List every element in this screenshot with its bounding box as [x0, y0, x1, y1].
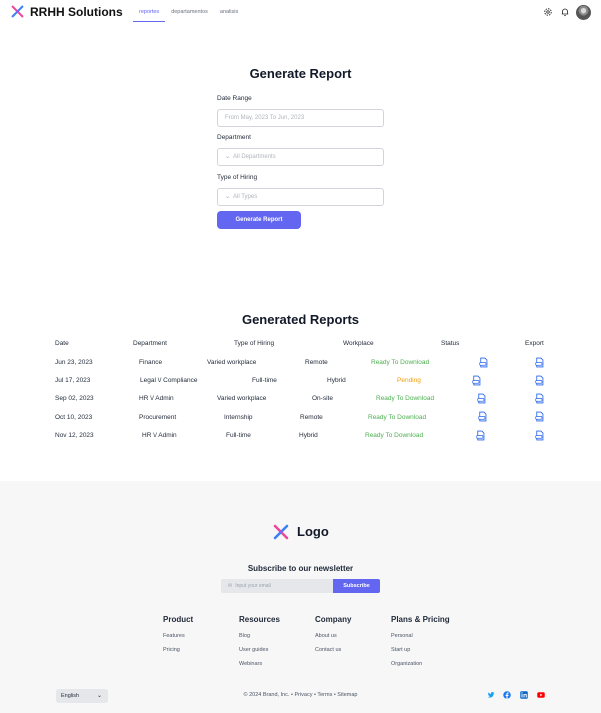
bell-icon[interactable]	[560, 7, 570, 17]
row-department: HR \/ Admin	[142, 432, 177, 439]
tab-departamentos[interactable]: departamentos	[165, 0, 214, 22]
column-header-status: Status	[441, 340, 460, 347]
row-department: Finance	[139, 359, 163, 366]
hiring-type-select[interactable]: ⌄ All Types	[217, 188, 384, 206]
export-icon[interactable]	[534, 357, 545, 368]
row-workplace: Remote	[305, 359, 328, 366]
row-date: Oct 10, 2023	[55, 414, 93, 421]
footer-link-about-us[interactable]: About us	[315, 633, 337, 639]
row-workplace: Hybrid	[327, 377, 346, 384]
file-download-icon[interactable]	[477, 411, 488, 422]
department-select[interactable]: ⌄ All Departments	[217, 148, 384, 166]
row-date: Jul 17, 2023	[55, 377, 91, 384]
row-workplace: Remote	[300, 414, 323, 421]
status-badge: Ready To Download	[376, 395, 435, 402]
top-navbar: RRHH Solutions reportes departamentos an…	[0, 0, 601, 28]
row-date: Nov 12, 2023	[55, 432, 94, 439]
row-department: Legal \/ Compliance	[140, 377, 198, 384]
hiring-type-label: Type of Hiring	[217, 174, 258, 181]
row-hiring: Varied workplace	[217, 395, 267, 402]
twitter-icon[interactable]	[487, 691, 495, 699]
footer-column-plans-title: Plans & Pricing	[391, 615, 450, 624]
footer-link-contact-us[interactable]: Contact us	[315, 647, 341, 653]
export-icon[interactable]	[534, 393, 545, 404]
facebook-icon[interactable]	[503, 691, 511, 699]
row-date: Jun 23, 2023	[55, 359, 93, 366]
brand-logo-icon	[11, 5, 24, 18]
export-icon[interactable]	[534, 411, 545, 422]
main-tabs: reportes departamentos analisis	[133, 0, 244, 28]
file-download-icon[interactable]	[476, 393, 487, 404]
date-range-label: Date Range	[217, 95, 252, 102]
column-header-date: Date	[55, 340, 69, 347]
row-workplace: On-site	[312, 395, 333, 402]
hiring-type-placeholder: All Types	[233, 194, 258, 200]
file-download-icon[interactable]	[471, 375, 482, 386]
footer-column-product-title: Product	[163, 615, 194, 624]
youtube-icon[interactable]	[537, 691, 545, 699]
export-icon[interactable]	[534, 375, 545, 386]
footer-link-webinars[interactable]: Webinars	[239, 661, 262, 667]
footer-logo-icon	[273, 524, 289, 540]
gear-icon[interactable]	[543, 7, 553, 17]
row-hiring: Internship	[224, 414, 253, 421]
column-header-workplace: Workplace	[343, 340, 374, 347]
page-footer	[0, 481, 601, 713]
footer-link-start-up[interactable]: Start up	[391, 647, 410, 653]
row-date: Sep 02, 2023	[55, 395, 94, 402]
date-range-input[interactable]: From May, 2023 To Jun, 2023	[217, 109, 384, 127]
status-badge: Ready To Download	[371, 359, 430, 366]
newsletter-placeholder: Input your email	[235, 583, 271, 589]
footer-link-pricing[interactable]: Pricing	[163, 647, 180, 653]
tab-analisis[interactable]: analisis	[214, 0, 244, 22]
footer-link-blog[interactable]: Blog	[239, 633, 250, 639]
row-department: Procurement	[139, 414, 177, 421]
department-label: Department	[217, 134, 251, 141]
chevron-down-icon: ⌄	[225, 154, 231, 160]
footer-link-features[interactable]: Features	[163, 633, 185, 639]
column-header-hiring: Type of Hiring	[234, 340, 275, 347]
row-department: HR \/ Admin	[139, 395, 174, 402]
mail-icon: ✉	[228, 583, 233, 589]
footer-column-company-title: Company	[315, 615, 352, 624]
user-avatar[interactable]	[576, 5, 591, 20]
row-hiring: Full-time	[252, 377, 277, 384]
subscribe-button[interactable]: Subscribe	[333, 579, 380, 593]
generate-report-title: Generate Report	[249, 66, 352, 81]
file-download-icon[interactable]	[478, 357, 489, 368]
department-placeholder: All Departments	[233, 154, 276, 160]
newsletter-email-input[interactable]: ✉ Input your email	[221, 579, 333, 593]
tab-reportes[interactable]: reportes	[133, 0, 166, 22]
brand-name[interactable]: RRHH Solutions	[30, 5, 123, 19]
row-workplace: Hybrid	[299, 432, 318, 439]
generated-reports-title: Generated Reports	[241, 312, 360, 327]
status-badge: Ready To Download	[365, 432, 424, 439]
linkedin-icon[interactable]	[520, 691, 528, 699]
export-icon[interactable]	[534, 430, 545, 441]
file-download-icon[interactable]	[475, 430, 486, 441]
date-range-placeholder: From May, 2023 To Jun, 2023	[225, 115, 305, 121]
status-badge: Ready To Download	[368, 414, 427, 421]
footer-column-resources-title: Resources	[239, 615, 280, 624]
column-header-export: Export	[525, 340, 544, 347]
footer-link-personal[interactable]: Personal	[391, 633, 413, 639]
chevron-down-icon: ⌄	[225, 194, 231, 200]
row-hiring: Full-time	[226, 432, 251, 439]
status-badge: Pending	[397, 377, 421, 384]
footer-link-user-guides[interactable]: User guides	[239, 647, 268, 653]
footer-logo-text[interactable]: Logo	[297, 524, 329, 539]
row-hiring: Varied workplace	[207, 359, 257, 366]
column-header-department: Department	[133, 340, 167, 347]
newsletter-title: Subscribe to our newsletter	[247, 564, 354, 573]
footer-link-organization[interactable]: Organization	[391, 661, 422, 667]
generate-report-button[interactable]: Generate Report	[217, 211, 301, 229]
